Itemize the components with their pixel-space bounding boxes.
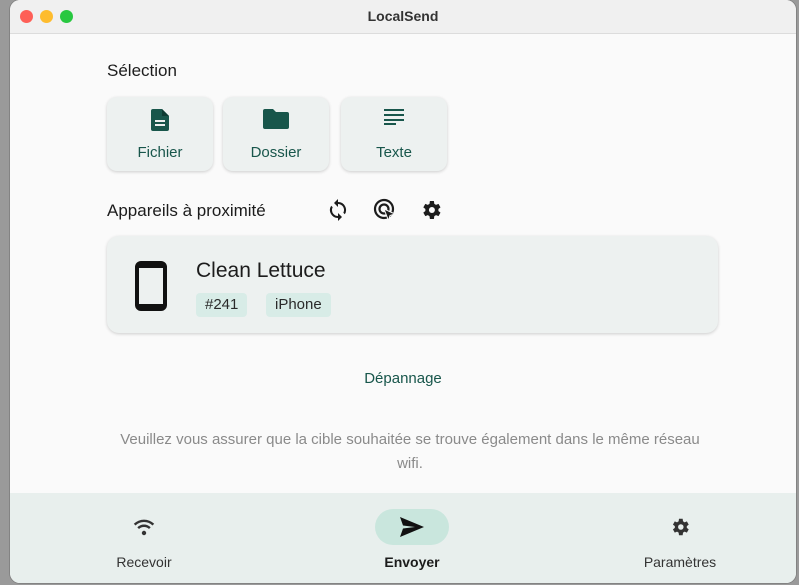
title-bar: LocalSend (10, 0, 796, 34)
nearby-devices-heading: Appareils à proximité (107, 201, 266, 220)
window-title: LocalSend (367, 8, 439, 24)
folder-icon (223, 109, 329, 131)
app-window: LocalSend Sélection Fichier Dossier Text… (10, 0, 796, 583)
send-icon (375, 509, 449, 545)
smartphone-icon (135, 261, 167, 316)
nav-receive-label: Recevoir (116, 554, 172, 570)
device-card[interactable]: Clean Lettuce #241 iPhone (107, 236, 718, 333)
nav-settings-label: Paramètres (643, 554, 717, 570)
nav-settings[interactable]: Paramètres (600, 493, 760, 583)
troubleshoot-link[interactable]: Dépannage (10, 370, 796, 387)
gear-icon[interactable] (419, 198, 443, 222)
target-icon[interactable] (373, 198, 397, 223)
text-button-label: Texte (376, 144, 412, 161)
folder-button-label: Dossier (250, 144, 302, 161)
refresh-icon[interactable] (326, 198, 350, 222)
device-id-badge: #241 (196, 293, 248, 317)
folder-button[interactable]: Dossier (223, 97, 329, 171)
nav-send[interactable]: Envoyer (332, 493, 492, 583)
file-icon (107, 109, 213, 131)
file-button[interactable]: Fichier (107, 97, 213, 171)
network-hint: Veuillez vous assurer que la cible souha… (120, 431, 700, 472)
text-icon (341, 109, 447, 131)
file-button-label: Fichier (137, 144, 183, 161)
nav-send-label: Envoyer (384, 554, 440, 570)
device-type-badge: iPhone (266, 293, 331, 317)
wifi-icon (107, 509, 181, 545)
bottom-navigation: Recevoir Envoyer Paramètres (10, 493, 796, 583)
settings-gear-icon (643, 509, 717, 545)
text-button[interactable]: Texte (341, 97, 447, 171)
nav-receive[interactable]: Recevoir (64, 493, 224, 583)
device-name: Clean Lettuce (196, 259, 326, 282)
selection-heading: Sélection (107, 61, 177, 80)
